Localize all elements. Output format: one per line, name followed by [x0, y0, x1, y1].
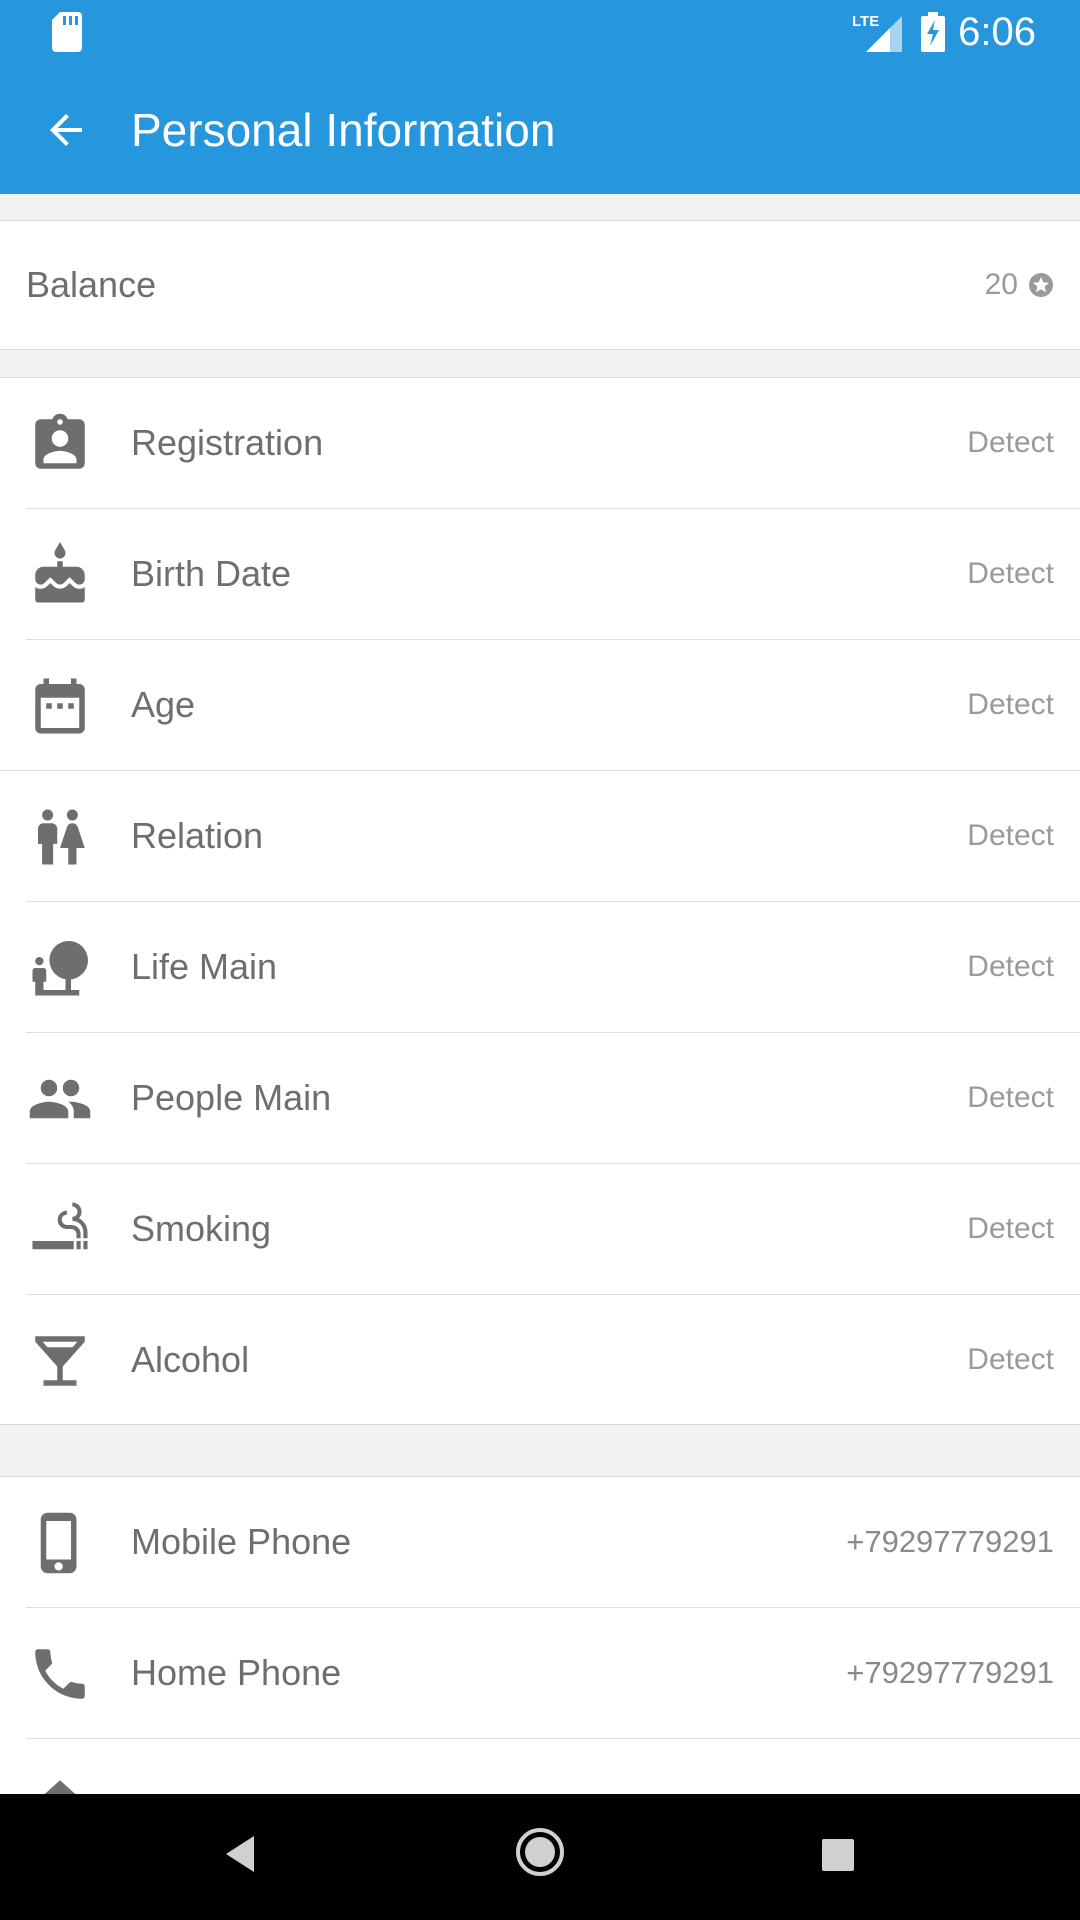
smoking-icon [32, 1202, 88, 1250]
list-item-relation[interactable]: Relation Detect [0, 771, 1080, 901]
list-item-value: Detect [967, 1212, 1054, 1245]
page-title: Personal Information [131, 104, 556, 156]
list-item-label: Mobile Phone [131, 1521, 352, 1562]
list-item-label: Life Main [131, 946, 278, 987]
arrow-back-icon [50, 114, 82, 146]
list-item-value: Detect [967, 1343, 1054, 1376]
star-coin-icon [1029, 273, 1053, 297]
battery-charging-icon [921, 12, 945, 52]
list-item-label: Relation [131, 815, 264, 856]
nav-back-icon[interactable] [222, 1834, 258, 1874]
list-item-value: Detect [967, 688, 1054, 721]
contact-badge-icon [35, 413, 85, 469]
details-card: Registration Detect Birth Date Detect Ag… [0, 377, 1080, 1425]
list-item-value: Detect [967, 557, 1054, 590]
list-item-birth-date[interactable]: Birth Date Detect [0, 509, 1080, 639]
list-item-value: Detect [967, 426, 1054, 459]
list-item-label: People Main [131, 1077, 332, 1118]
list-item-smoking[interactable]: Smoking Detect [0, 1164, 1080, 1294]
balance-card[interactable]: Balance 20 [0, 220, 1080, 350]
system-nav-bar [0, 1794, 1080, 1920]
people-group-icon [29, 1079, 91, 1119]
list-item-life-main[interactable]: Life Main Detect [0, 902, 1080, 1032]
list-item-value: Detect [967, 950, 1054, 983]
list-item-label: Age [131, 684, 196, 725]
phone-handset-icon [35, 1649, 85, 1699]
nav-recents-icon[interactable] [821, 1838, 855, 1872]
nature-people-icon [32, 940, 88, 996]
back-button[interactable] [30, 100, 100, 160]
list-item-value: +79297779291 [846, 1524, 1054, 1559]
list-item-label: Birth Date [131, 553, 292, 594]
calendar-icon [35, 678, 85, 734]
lte-signal-icon: LTE [852, 13, 902, 52]
list-item-home-phone[interactable]: Home Phone +79297779291 [0, 1608, 1080, 1738]
contacts-card: Mobile Phone +79297779291 Home Phone +79… [0, 1476, 1080, 1827]
list-item-people-main[interactable]: People Main Detect [0, 1033, 1080, 1163]
list-item-label: Home Phone [131, 1652, 342, 1693]
balance-label: Balance [26, 264, 157, 305]
list-item-mobile-phone[interactable]: Mobile Phone +79297779291 [0, 1477, 1080, 1607]
nav-home-icon[interactable] [514, 1826, 566, 1878]
list-item-value: Detect [967, 819, 1054, 852]
cake-icon [35, 542, 85, 603]
list-item-alcohol[interactable]: Alcohol Detect [0, 1295, 1080, 1425]
list-item-value: Detect [967, 1081, 1054, 1114]
app-toolbar: Personal Information [0, 64, 1080, 194]
status-clock: 6:06 [958, 10, 1036, 54]
svg-text:LTE: LTE [852, 13, 879, 30]
balance-value: 20 [984, 268, 1018, 301]
list-item-value: +79297779291 [846, 1655, 1054, 1690]
sd-card-icon [52, 12, 82, 52]
status-bar: LTE 6:06 [0, 0, 1080, 64]
wc-couple-icon [38, 809, 85, 865]
list-item-age[interactable]: Age Detect [0, 640, 1080, 770]
list-item-registration[interactable]: Registration Detect [0, 378, 1080, 508]
list-item-label: Alcohol [131, 1339, 250, 1380]
list-item-label: Registration [131, 422, 324, 463]
list-item-label: Smoking [131, 1208, 272, 1249]
smartphone-icon [40, 1512, 77, 1574]
cocktail-glass-icon [35, 1336, 85, 1386]
